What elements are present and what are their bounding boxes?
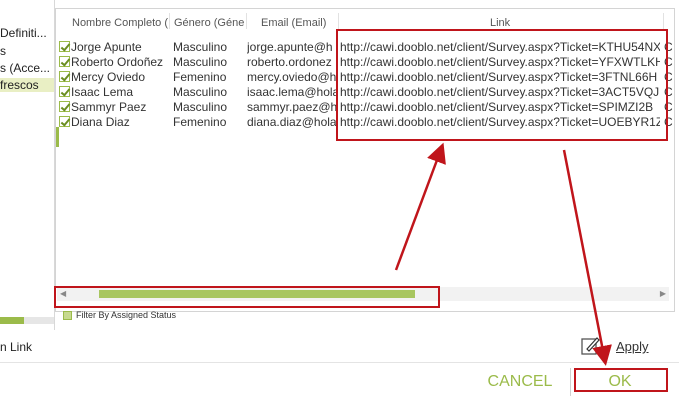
cell-name: Sammyr Paez [71,100,147,114]
left-link-label[interactable]: n Link [0,340,32,354]
cell-email: jorge.apunte@h [247,40,333,54]
cell-email: isaac.lema@hola [247,85,337,99]
row-checkbox[interactable] [59,86,70,97]
edit-icon[interactable] [581,336,601,356]
cell-email: diana.diaz@hola [247,115,337,129]
cell-email: sammyr.paez@h [247,100,337,114]
cell-name: Mercy Oviedo [71,70,146,84]
annotation-box-scrollbar [54,286,440,308]
cell-gender: Masculino [173,40,228,54]
cancel-button[interactable]: CANCEL [480,369,560,395]
filter-label: Filter By Assigned Status [76,310,177,320]
cell-name: Diana Diaz [71,115,130,129]
header-separator [663,13,664,29]
cell-gender: Masculino [173,85,228,99]
cell-email: roberto.ordonez [247,55,332,69]
cell-name: Isaac Lema [71,85,134,99]
left-item-s[interactable]: s [0,44,6,58]
divider [570,368,571,396]
filter-checkbox[interactable] [63,311,72,320]
left-item-definitions[interactable]: Definiti... [0,26,47,40]
cell-gender: Femenino [173,70,227,84]
cell-gender: Masculino [173,100,228,114]
left-progress-track [24,317,54,324]
cell-name: Roberto Ordoñez [71,55,164,69]
cell-name: Jorge Apunte [71,40,142,54]
left-progress-fill [0,317,24,324]
row-checkbox[interactable] [59,71,70,82]
header-separator [338,13,339,29]
divider [0,362,679,363]
annotation-box-ok [574,368,668,392]
row-checkbox[interactable] [59,116,70,127]
cell-gender: Masculino [173,55,228,69]
left-item-access[interactable]: s (Acce... [0,61,50,75]
row-checkbox[interactable] [59,56,70,67]
header-gender[interactable]: Género (Géne [174,17,246,29]
header-separator [169,13,170,29]
cell-gender: Femenino [173,115,227,129]
header-name[interactable]: Nombre Completo ( [72,17,169,29]
row-checkbox[interactable] [59,101,70,112]
row-checkbox[interactable] [59,41,70,52]
row-indicator [56,127,59,147]
header-link[interactable]: Link [490,17,530,29]
left-pane: Definiti... s s (Acce... frescos [0,0,55,330]
annotation-box-links [336,29,668,141]
cell-email: mercy.oviedo@h [247,70,337,84]
scroll-right-icon[interactable]: ▶ [660,289,666,298]
apply-button[interactable]: Apply [616,339,649,354]
header-separator [246,13,247,29]
left-item-frescos[interactable]: frescos [0,78,54,92]
